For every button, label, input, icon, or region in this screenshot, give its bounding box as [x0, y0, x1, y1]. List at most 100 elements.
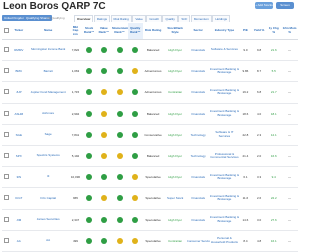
chg-1y-value: 22.2	[266, 187, 282, 210]
stock-name-link[interactable]: Morningstar Income Bank	[27, 39, 70, 62]
quality-rank-dot	[132, 216, 139, 223]
ticker-link[interactable]: ICGT	[10, 187, 28, 210]
value-rank-cell	[96, 187, 112, 210]
stock-rank-dot	[86, 47, 93, 54]
row-checkbox[interactable]	[2, 103, 11, 125]
stock-name-link[interactable]: Jupiter Fund Management	[27, 81, 70, 104]
col-risk-rating[interactable]: Risk Rating	[142, 23, 164, 40]
industry-value: Investment Banking & Brokerage	[209, 60, 240, 83]
table-row[interactable]: ASHM Ashmore 2,994 Balanced High Flyer Financ…	[2, 103, 298, 125]
col-ticker[interactable]: Ticker	[10, 23, 28, 40]
col-name[interactable]: Name	[27, 23, 70, 40]
stock-rank-dot	[86, 153, 93, 160]
table-row[interactable]: 3IN 3i 10,096 Speculative High Flyer Financia…	[2, 166, 298, 189]
tab-ratings[interactable]: Ratings	[93, 15, 111, 22]
mom-12m-value: —	[281, 81, 298, 104]
tab-scf[interactable]: SCF	[178, 15, 191, 22]
stock-name-link[interactable]: AA	[27, 230, 70, 252]
col-mcap[interactable]: Mkt Cap £m	[69, 23, 82, 40]
stock-name-link[interactable]: Spectris Systems	[27, 145, 70, 168]
row-checkbox[interactable]	[2, 230, 11, 252]
table-row[interactable]: AA AA 499 Speculative Contrarian Consumer Ser…	[2, 230, 298, 252]
col-stock-rank[interactable]: Stock Rank™	[81, 23, 97, 40]
value-rank-dot	[100, 216, 107, 223]
tab-growth[interactable]: Growth	[146, 15, 162, 22]
momentum-rank-dot	[116, 68, 123, 75]
chg-1y-value: 16.6	[266, 145, 282, 168]
ticker-link[interactable]: BMC	[10, 60, 28, 83]
ticker-link[interactable]: SPX	[10, 145, 28, 168]
ticker-link[interactable]: JUP	[10, 81, 28, 104]
row-checkbox[interactable]	[2, 39, 11, 62]
momentum-rank-dot	[116, 89, 123, 96]
row-checkbox[interactable]	[2, 60, 11, 83]
col-style[interactable]: StockRank Style	[163, 23, 187, 40]
style-value: High Flyer	[163, 103, 187, 125]
row-checkbox[interactable]	[2, 81, 11, 104]
quality-rank-dot	[132, 89, 139, 96]
col-yield[interactable]: Yield %	[251, 23, 267, 40]
tab-holdings[interactable]: Holdings	[212, 15, 231, 22]
chg-1y-value: 5.5	[266, 60, 282, 83]
col-quality-rank[interactable]: Quality Rank™	[127, 23, 143, 40]
col-sector[interactable]: Sector	[186, 23, 210, 40]
stock-name-link[interactable]: 3i	[27, 166, 70, 189]
col-select[interactable]	[2, 23, 11, 40]
stock-name-link[interactable]: Barratt	[27, 60, 70, 83]
tab-risk-rating[interactable]: Risk Rating	[110, 15, 132, 22]
mom-12m-value: —	[281, 187, 298, 210]
row-checkbox[interactable]	[2, 124, 11, 146]
col-momentum-rank[interactable]: Momentum Rank™	[111, 23, 128, 40]
ticker-link[interactable]: AA	[10, 230, 28, 252]
table-row[interactable]: JUP Jupiter Fund Management 1,715 Adventuro…	[2, 81, 298, 104]
row-checkbox[interactable]	[2, 187, 11, 210]
screen-button[interactable]: Screen	[276, 2, 294, 9]
chg-1y-value: 21.7	[266, 81, 282, 104]
add-stocks-button[interactable]: + Add Stocks	[255, 2, 273, 9]
stock-rank-cell	[81, 60, 97, 83]
col-1y-chg[interactable]: 1y Chg %	[266, 23, 282, 40]
value-rank-dot	[100, 237, 107, 244]
sector-value: Financials	[186, 39, 210, 62]
row-checkbox[interactable]	[2, 209, 11, 231]
table-row[interactable]: BMC Barratt 1,063 Adventurous High Flyer Fina…	[2, 60, 298, 83]
ticker-link[interactable]: RMMV	[10, 39, 28, 62]
value-rank-cell	[96, 103, 112, 125]
stock-name-link[interactable]: Ashmore	[27, 103, 70, 125]
tab-value[interactable]: Value	[132, 15, 146, 22]
quality-rank-cell	[127, 145, 143, 168]
value-rank-cell	[96, 124, 112, 146]
risk-rating-value: Speculative	[142, 187, 164, 210]
col-value-rank[interactable]: Value Rank™	[96, 23, 112, 40]
ticker-link[interactable]: ASHM	[10, 103, 28, 125]
chg-1y-value: 21.6	[266, 39, 282, 62]
yield-value: 6.8	[251, 81, 267, 104]
table-row[interactable]: SGE Sage 7,841 Conservative High Flyer Techno…	[2, 124, 298, 146]
table-row[interactable]: JIM James Securities 2,347 Speculative High …	[2, 209, 298, 231]
row-checkbox[interactable]	[2, 145, 11, 168]
mom-12m-value: —	[281, 103, 298, 125]
quality-rank-dot	[132, 237, 139, 244]
ticker-link[interactable]: SGE	[10, 124, 28, 146]
value-rank-cell	[96, 230, 112, 252]
table-row[interactable]: RMMV Morningstar Income Bank 7,822 Balanced…	[2, 39, 298, 62]
ticker-link[interactable]: 3IN	[10, 166, 28, 189]
table-row[interactable]: SPX Spectris Systems 5,192 Balanced High Fly…	[2, 145, 298, 168]
tab-momentum[interactable]: Momentum	[190, 15, 212, 22]
quality-rank-dot	[132, 195, 139, 202]
industry-value: Personal & Household Products	[209, 230, 240, 252]
row-checkbox[interactable]	[2, 166, 11, 189]
ticker-link[interactable]: JIM	[10, 209, 28, 231]
value-rank-dot	[100, 131, 107, 138]
tab-overview[interactable]: Overview	[74, 15, 94, 22]
table-row[interactable]: ICGT ICG Capital 965 Speculative Super Stock…	[2, 187, 298, 210]
stock-name-link[interactable]: Sage	[27, 124, 70, 146]
tab-quality[interactable]: Quality	[162, 15, 178, 22]
value-rank-dot	[100, 89, 107, 96]
col-industry[interactable]: Industry Type	[209, 23, 240, 40]
yield-value: 2.6	[251, 187, 267, 210]
stock-name-link[interactable]: ICG Capital	[27, 187, 70, 210]
col-12m-mom[interactable]: 12m Mom %	[281, 23, 298, 40]
col-pe[interactable]: P/E	[239, 23, 252, 40]
stock-name-link[interactable]: James Securities	[27, 209, 70, 231]
